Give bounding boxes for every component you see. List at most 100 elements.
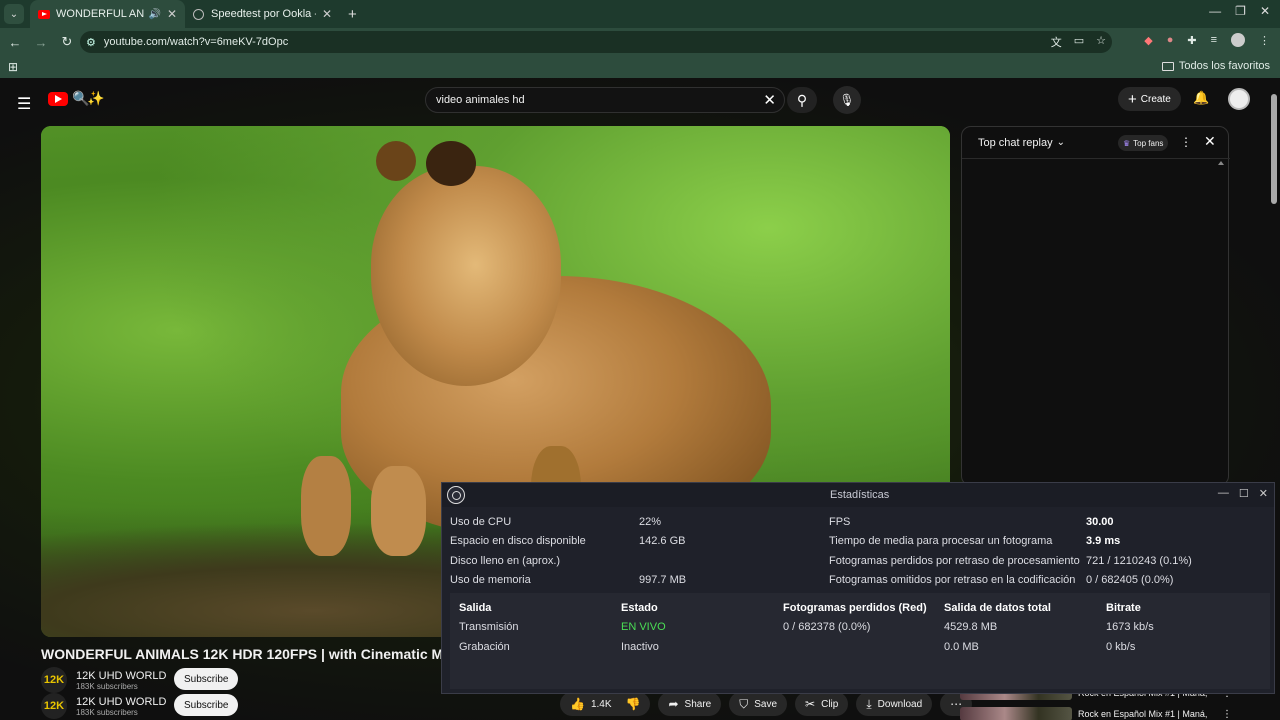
stat-label: Uso de memoria xyxy=(450,574,531,586)
notifications-bell-icon[interactable]: 🔔 xyxy=(1193,90,1209,106)
extension-icon[interactable]: ● xyxy=(1167,34,1174,46)
lion-cub-ear xyxy=(426,141,476,186)
apps-grid-icon[interactable]: ⊞ xyxy=(8,60,18,74)
folder-icon xyxy=(1161,61,1174,71)
more-dots-icon[interactable]: ⋮ xyxy=(1222,709,1232,720)
table-cell: 0 / 682378 (0.0%) xyxy=(783,621,871,633)
save-button[interactable]: ⛉ Save xyxy=(729,692,788,716)
table-header: Fotogramas perdidos (Red) xyxy=(783,602,927,614)
tab-title: Speedtest por Ookla - La xyxy=(211,8,316,20)
restore-icon[interactable]: ❐ xyxy=(1235,4,1246,18)
reload-icon[interactable]: ↻ xyxy=(56,34,78,50)
tab-youtube[interactable]: WONDERFUL ANIMA 🔊 ✕ xyxy=(30,0,185,28)
crown-icon: ♛ xyxy=(1123,138,1131,148)
download-icon: ⤓ xyxy=(866,696,872,711)
page-scrollbar[interactable] xyxy=(1271,94,1277,204)
channel-name[interactable]: 12K UHD WORLD xyxy=(76,696,166,708)
table-cell: Transmisión xyxy=(459,621,519,633)
video-actions: 👍 1.4K 👎 ➦ Share ⛉ Save ✂ Clip ⤓ Downloa… xyxy=(560,692,973,716)
back-icon[interactable]: ← xyxy=(4,35,26,50)
puzzle-icon[interactable]: ✚ xyxy=(1187,34,1196,47)
youtube-logo[interactable] xyxy=(48,92,68,106)
microphone-icon: 🎙 xyxy=(839,93,855,107)
channel-avatar[interactable]: 12K xyxy=(41,693,67,719)
omnibox-actions: 文 ▭ ☆ xyxy=(1051,34,1106,50)
chat-scroll-up-icon[interactable] xyxy=(1218,161,1224,165)
subscribe-button[interactable]: Subscribe xyxy=(174,694,239,716)
new-tab-button[interactable]: + xyxy=(348,6,357,23)
all-bookmarks[interactable]: Todos los favoritos xyxy=(1161,60,1270,72)
obs-logo-icon xyxy=(447,486,465,504)
save-label: Save xyxy=(754,698,778,710)
chat-more-icon[interactable]: ⋮ xyxy=(1180,135,1192,149)
recommendation-thumbnail[interactable] xyxy=(960,707,1072,720)
stat-label: Fotogramas perdidos por retraso de proce… xyxy=(829,555,1080,567)
menu-dots-icon[interactable]: ⋮ xyxy=(1259,34,1270,47)
bookmarks-bar: ⊞ Todos los favoritos xyxy=(0,56,1280,78)
subscribe-button[interactable]: Subscribe xyxy=(174,668,239,690)
youtube-doodle-icon[interactable]: 🔍✨ xyxy=(72,90,105,107)
cast-icon[interactable]: ▭ xyxy=(1074,34,1084,50)
close-window-icon[interactable]: ✕ xyxy=(1259,487,1268,500)
stat-label: Uso de CPU xyxy=(450,516,512,528)
channel-name[interactable]: 12K UHD WORLD xyxy=(76,670,166,682)
stat-value: 30.00 xyxy=(1086,516,1114,528)
lion-cub-leg xyxy=(371,466,426,556)
minimize-icon[interactable]: — xyxy=(1209,4,1221,18)
extension-icon[interactable]: ◆ xyxy=(1144,34,1152,47)
profile-avatar[interactable] xyxy=(1231,33,1245,47)
recommendation-item[interactable]: Rock en Español Mix #1 | Maná, ⋮ xyxy=(960,705,1260,720)
stat-label: FPS xyxy=(829,516,851,528)
tab-search-button[interactable]: ⌄ xyxy=(4,4,24,24)
table-header: Bitrate xyxy=(1106,602,1141,614)
translate-icon[interactable]: 文 xyxy=(1051,34,1062,50)
search-button[interactable]: ⚲ xyxy=(787,87,817,113)
forward-icon[interactable]: → xyxy=(30,35,52,50)
status-badge: EN VIVO xyxy=(621,621,666,633)
bookmark-star-icon[interactable]: ☆ xyxy=(1096,34,1106,50)
share-button[interactable]: ➦ Share xyxy=(658,692,722,716)
close-chat-icon[interactable]: ✕ xyxy=(1204,133,1216,150)
recommendation-title[interactable]: Rock en Español Mix #1 | Maná, xyxy=(1078,709,1218,719)
top-fans-button[interactable]: ♛ Top fans xyxy=(1118,135,1169,151)
channel-avatar[interactable]: 12K xyxy=(41,667,67,693)
media-controls-icon[interactable]: ≡ xyxy=(1211,34,1217,46)
speedtest-favicon-icon xyxy=(193,8,204,20)
chat-mode-selector[interactable]: Top chat replay xyxy=(978,137,1053,149)
clip-button[interactable]: ✂ Clip xyxy=(795,692,849,716)
extensions-area: ◆ ● ✚ ≡ ⋮ xyxy=(1144,33,1270,47)
site-info-icon[interactable]: ⚙ xyxy=(86,36,96,49)
lion-cub-head xyxy=(371,166,561,386)
clear-search-icon[interactable]: ✕ xyxy=(763,91,776,109)
table-cell: 0 kb/s xyxy=(1106,641,1136,653)
account-avatar[interactable] xyxy=(1228,88,1250,110)
stat-value: 0 / 682405 (0.0%) xyxy=(1086,574,1174,586)
hamburger-menu-icon[interactable]: ☰ xyxy=(17,94,31,114)
thumbs-down-icon[interactable]: 👎 xyxy=(626,697,641,711)
speaker-icon[interactable]: 🔊 xyxy=(148,9,160,20)
table-cell: 4529.8 MB xyxy=(944,621,998,633)
stat-label: Espacio en disco disponible xyxy=(450,535,586,547)
thumbs-up-icon: 👍 xyxy=(570,697,585,711)
voice-search-button[interactable]: 🎙 xyxy=(833,86,861,114)
download-label: Download xyxy=(877,698,923,710)
obs-window-controls: — ☐ ✕ xyxy=(1218,487,1268,500)
close-tab-icon[interactable]: ✕ xyxy=(322,7,332,21)
address-bar[interactable]: ⚙ youtube.com/watch?v=6meKV-7dOpc xyxy=(80,31,1112,53)
create-button[interactable]: + Create xyxy=(1118,87,1181,111)
close-tab-icon[interactable]: ✕ xyxy=(167,7,177,21)
minimize-icon[interactable]: — xyxy=(1218,487,1229,500)
tab-speedtest[interactable]: Speedtest por Ookla - La ✕ xyxy=(185,0,340,28)
obs-title-bar[interactable]: Estadísticas — ☐ ✕ xyxy=(442,483,1274,507)
maximize-icon[interactable]: ☐ xyxy=(1239,487,1249,500)
create-label: Create xyxy=(1140,93,1171,105)
video-title: WONDERFUL ANIMALS 12K HDR 120FPS | with … xyxy=(41,646,441,662)
table-cell: 1673 kb/s xyxy=(1106,621,1154,633)
search-icon: ⚲ xyxy=(796,91,808,108)
like-button[interactable]: 👍 1.4K 👎 xyxy=(560,692,651,716)
share-icon: ➦ xyxy=(668,697,679,711)
close-window-icon[interactable]: ✕ xyxy=(1260,4,1270,18)
download-button[interactable]: ⤓ Download xyxy=(856,692,933,716)
search-input[interactable] xyxy=(436,94,756,106)
chevron-down-icon[interactable]: ⌄ xyxy=(1057,137,1065,148)
